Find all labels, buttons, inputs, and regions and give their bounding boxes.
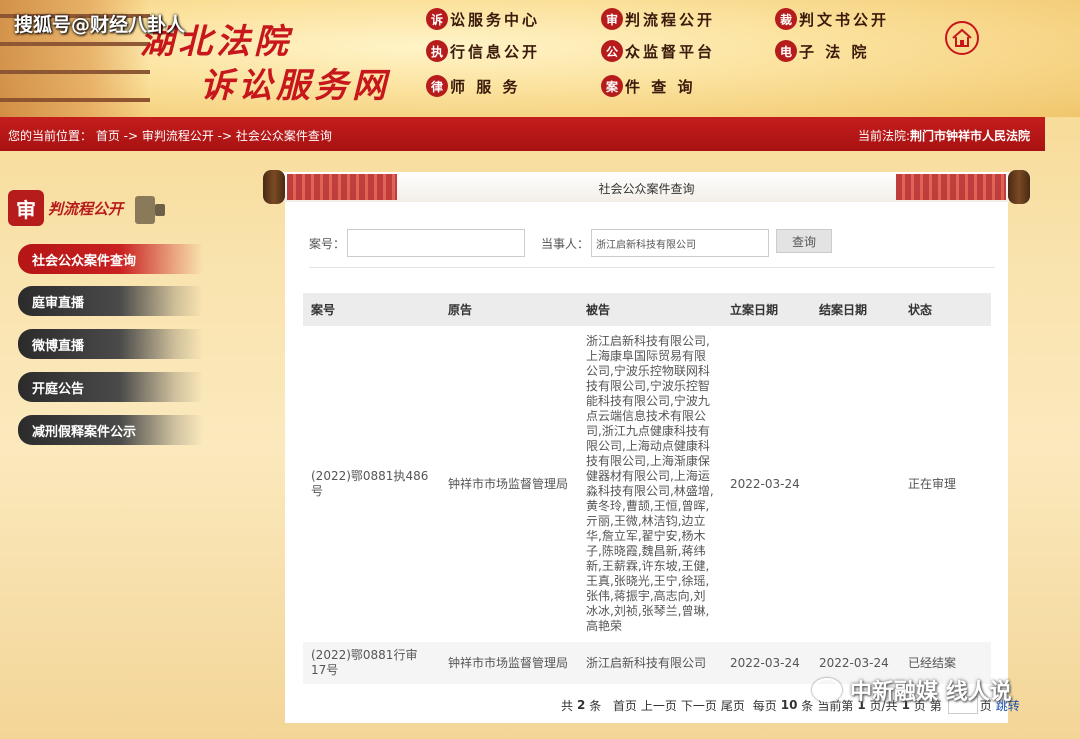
next-page-link[interactable]: 下一页 [681, 697, 717, 714]
table-row[interactable]: (2022)鄂0881执486号 钟祥市市场监督管理局 浙江启新科技有限公司,上… [303, 326, 991, 642]
sidebar-item-weibo-live[interactable]: 微博直播 [18, 329, 203, 359]
sidebar-item-public-case-query[interactable]: 社会公众案件查询 [18, 244, 203, 274]
first-page-link[interactable]: 首页 [613, 697, 637, 714]
nav-badge: 诉 [426, 8, 448, 30]
nav-enforcement-info[interactable]: 执行信息公开 [426, 40, 540, 62]
cell-closed-date [811, 326, 900, 642]
seal-icon: 审 [8, 190, 44, 226]
nav-trial-process[interactable]: 审判流程公开 [601, 8, 715, 30]
nav-lawyer-service[interactable]: 律师 服 务 [426, 75, 520, 97]
nav-badge: 审 [601, 8, 623, 30]
nav-badge: 公 [601, 40, 623, 62]
case-query-panel: 案号： 当事人： 查询 案号 原告 被告 立案日期 结案日期 状态 (2022)… [285, 202, 1020, 723]
house-icon [952, 28, 972, 47]
panel-title: 社会公众案件查询 [598, 182, 695, 196]
site-logo-line2[interactable]: 诉讼服务网 [200, 58, 390, 107]
case-number-input[interactable] [347, 229, 526, 257]
panel-header-scroll: 社会公众案件查询 [263, 170, 1030, 204]
nav-badge: 电 [775, 40, 797, 62]
case-number-label: 案号： [309, 236, 346, 251]
case-table: 案号 原告 被告 立案日期 结案日期 状态 (2022)鄂0881执486号 钟… [303, 293, 991, 684]
col-header-filed-date: 立案日期 [722, 293, 811, 326]
col-header-plaintiff: 原告 [440, 293, 578, 326]
nav-badge: 执 [426, 40, 448, 62]
current-court: 当前法院:荆门市钟祥市人民法院 [857, 129, 1030, 143]
table-header-row: 案号 原告 被告 立案日期 结案日期 状态 [303, 293, 991, 326]
chat-bubble-icon [812, 678, 842, 702]
watermark-bottom: 中新融媒 线人说 [812, 674, 1012, 706]
nav-litigation-center[interactable]: 诉讼服务中心 [426, 8, 540, 30]
cell-filed-date: 2022-03-24 [730, 476, 800, 491]
cell-case-no[interactable]: (2022)鄂0881执486号 [303, 326, 440, 642]
query-button[interactable]: 查询 [776, 229, 832, 253]
nav-e-court[interactable]: 电子 法 院 [775, 40, 869, 62]
cell-plaintiff: 钟祥市市场监督管理局 [448, 476, 569, 491]
search-form: 案号： 当事人： [309, 229, 770, 257]
col-header-status: 状态 [900, 293, 991, 326]
nav-case-search[interactable]: 案件 查 询 [601, 75, 695, 97]
cell-plaintiff: 钟祥市市场监督管理局 [440, 642, 578, 684]
col-header-case-no: 案号 [303, 293, 440, 326]
col-header-defendant: 被告 [578, 293, 722, 326]
watermark-top: 搜狐号@财经八卦人 [14, 14, 186, 36]
cell-case-no[interactable]: (2022)鄂0881行审17号 [303, 642, 440, 684]
breadcrumb[interactable]: 您的当前位置： 首页 -> 审判流程公开 -> 社会公众案件查询 [8, 127, 332, 144]
nav-badge: 案 [601, 75, 623, 97]
col-header-closed-date: 结案日期 [811, 293, 900, 326]
sidebar-title: 审 判流程公开 [8, 186, 198, 230]
total-count: 2 [577, 698, 586, 712]
nav-badge: 律 [426, 75, 448, 97]
breadcrumb-bar: 您的当前位置： 首页 -> 审判流程公开 -> 社会公众案件查询 当前法院:荆门… [0, 117, 1045, 151]
last-page-link[interactable]: 尾页 [721, 697, 745, 714]
nav-judgment-docs[interactable]: 裁判文书公开 [775, 8, 889, 30]
sidebar-item-court-notice[interactable]: 开庭公告 [18, 372, 203, 402]
sidebar-item-parole-notice[interactable]: 减刑假释案件公示 [18, 415, 203, 445]
cell-defendant: 浙江启新科技有限公司 [578, 642, 722, 684]
home-icon[interactable] [945, 21, 979, 55]
cell-filed-date: 2022-03-24 [722, 642, 811, 684]
nav-badge: 裁 [775, 8, 797, 30]
party-label: 当事人： [541, 236, 590, 251]
site-header: 湖北法院 诉讼服务网 诉讼服务中心 审判流程公开 裁判文书公开 执行信息公开 公… [0, 0, 1080, 117]
cell-defendant: 浙江启新科技有限公司,上海康阜国际贸易有限公司,宁波乐控物联网科技有限公司,宁波… [586, 334, 714, 633]
sidebar-item-trial-live[interactable]: 庭审直播 [18, 286, 203, 316]
cell-status: 正在审理 [908, 476, 957, 491]
party-input[interactable] [591, 229, 770, 257]
divider [309, 267, 995, 268]
prev-page-link[interactable]: 上一页 [641, 697, 677, 714]
per-page-count: 10 [780, 698, 798, 712]
nav-public-supervision[interactable]: 公众监督平台 [601, 40, 715, 62]
gavel-icon [135, 196, 166, 224]
